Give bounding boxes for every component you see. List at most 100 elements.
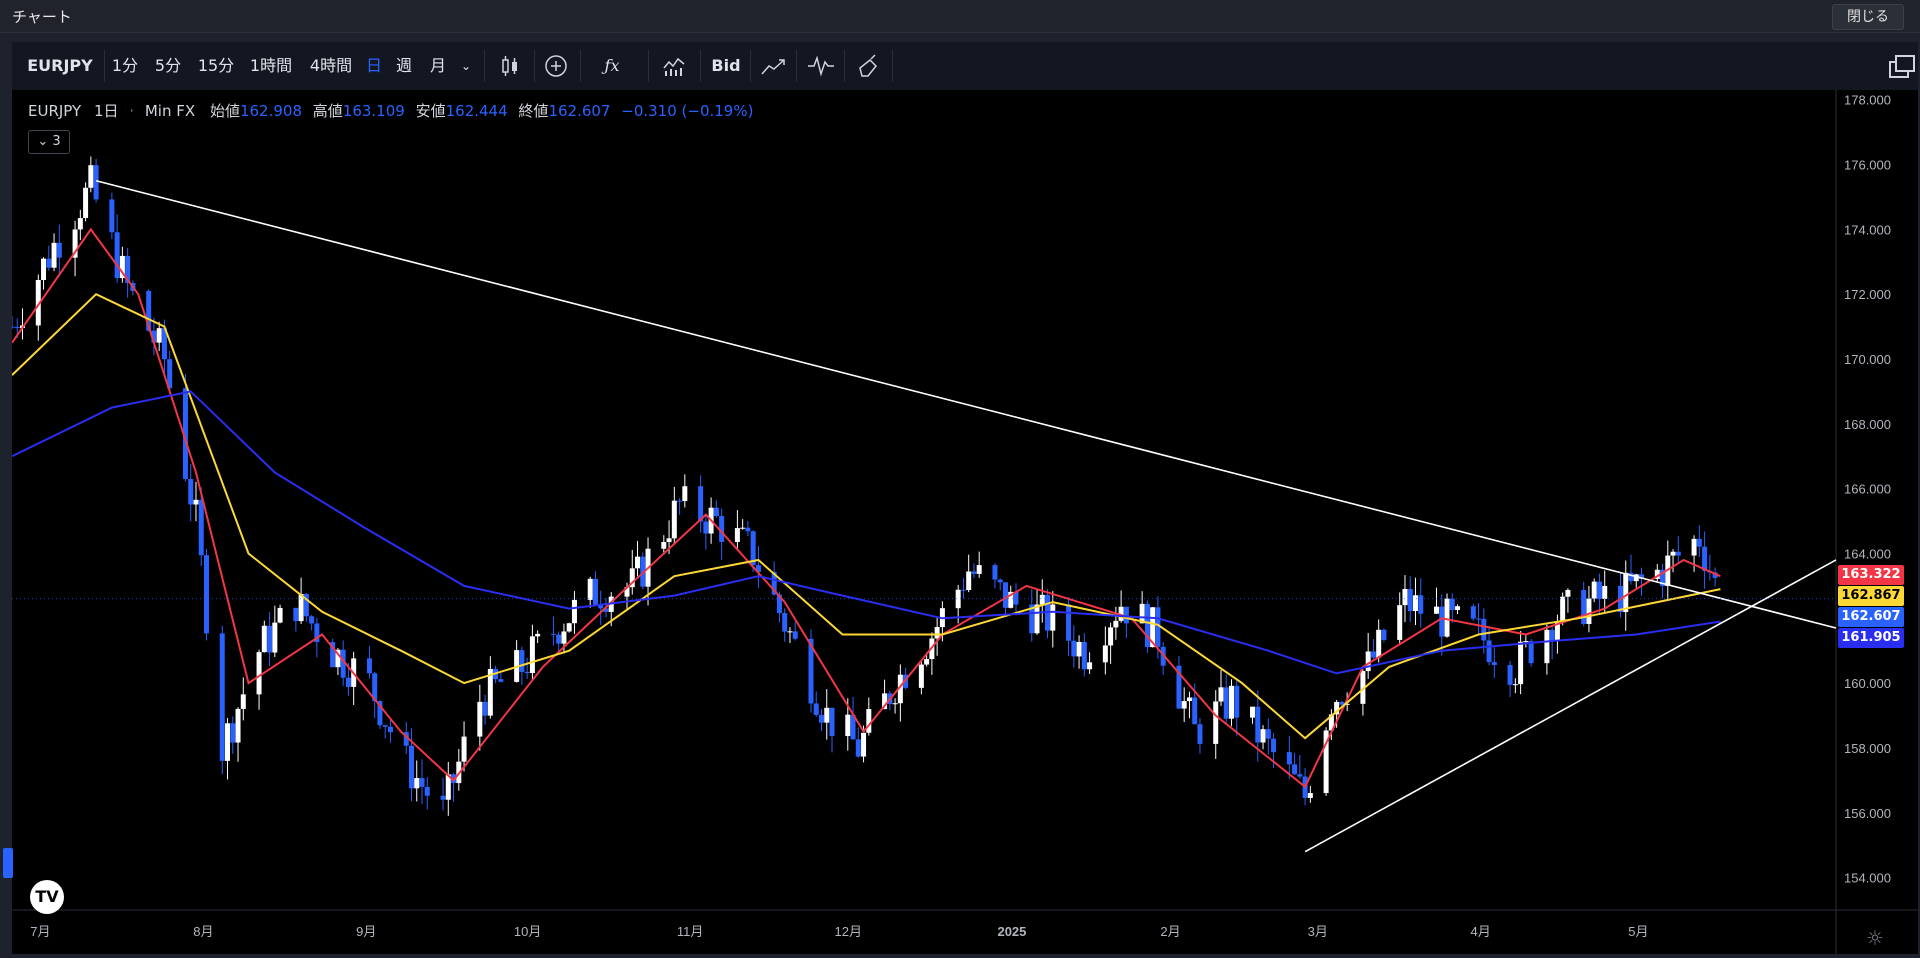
candle-body [566, 623, 572, 632]
candle-body [1213, 701, 1219, 744]
toolbar-divider [892, 50, 893, 82]
interval-15m[interactable]: 15分 [196, 42, 236, 90]
time-tick-label: 12月 [835, 924, 862, 939]
interval-5m[interactable]: 5分 [152, 42, 184, 90]
interval-1m[interactable]: 1分 [110, 42, 140, 90]
candle-body [1455, 606, 1461, 610]
candle-body [1565, 589, 1571, 597]
candle-body [1260, 729, 1266, 743]
price-tag-ma-slow: 161.905 [1838, 628, 1904, 649]
candle-body [1402, 588, 1408, 606]
toolbar-divider [534, 50, 535, 82]
price-tick-label: 172.000 [1844, 287, 1891, 302]
candle-body [1591, 581, 1597, 599]
candle-body [1581, 589, 1587, 624]
price-chart[interactable]: 154.000156.000158.000160.000162.000164.0… [12, 90, 1918, 954]
candle-body [272, 622, 278, 653]
candle-body [976, 565, 982, 574]
side-panel-toggle[interactable] [3, 848, 13, 878]
candle-body [193, 499, 199, 505]
candle-body [556, 634, 562, 644]
candle-body [1523, 641, 1529, 643]
candle-body [892, 703, 898, 705]
candle-body [1186, 697, 1192, 702]
settings-gear-icon[interactable]: ☼ [1866, 926, 1884, 950]
price-tick-label: 168.000 [1844, 417, 1891, 432]
candle-body [230, 723, 236, 743]
candle-body [1444, 598, 1450, 637]
candle-body [424, 786, 430, 796]
interval-1w[interactable]: 週 [394, 42, 414, 90]
candle-body [109, 199, 115, 233]
layout-windows-icon[interactable] [1888, 54, 1916, 80]
templates-icon[interactable] [662, 54, 688, 78]
toolbar-divider [750, 50, 751, 82]
tradingview-logo: TV [30, 880, 64, 914]
candle-body [1307, 793, 1313, 798]
candle-body [482, 701, 488, 716]
candle-body [1476, 618, 1482, 620]
compare-plus-icon[interactable] [544, 54, 568, 78]
bid-button[interactable]: Bid [708, 42, 744, 90]
candle-body [1512, 684, 1518, 686]
candle-body [1039, 594, 1045, 605]
candle-body [1034, 604, 1040, 634]
candle-body [51, 242, 57, 268]
candle-body [1549, 629, 1555, 641]
toolbar-divider [700, 50, 701, 82]
legend-low-label: 安値 [415, 102, 446, 120]
candle-body [971, 571, 977, 574]
price-tick-label: 164.000 [1844, 546, 1891, 561]
candle-body [524, 671, 530, 674]
legend-high-label: 高値 [312, 102, 343, 120]
interval-4h[interactable]: 4時間 [306, 42, 356, 90]
candle-body [1491, 662, 1497, 666]
candle-body [1507, 665, 1513, 685]
close-button[interactable]: 閉じる [1832, 4, 1904, 30]
candle-body [1439, 606, 1445, 637]
candle-body [960, 589, 966, 591]
interval-1d[interactable]: 日 [364, 42, 384, 90]
chart-background [12, 90, 1918, 954]
candle-body [535, 633, 541, 637]
indicators-fx-icon[interactable]: ƒx [598, 42, 626, 90]
toolbar-divider [648, 50, 649, 82]
candle-body [293, 607, 299, 622]
indicators-toggle-button[interactable]: ⌄ 3 [28, 130, 70, 154]
legend-high: 163.109 [342, 102, 405, 120]
legend-close: 162.607 [548, 102, 611, 120]
price-tick-label: 174.000 [1844, 222, 1891, 237]
interval-1mo[interactable]: 月 [428, 42, 448, 90]
pulse-icon[interactable] [806, 54, 836, 78]
candle-body [1675, 551, 1681, 556]
brush-icon[interactable] [856, 54, 882, 78]
candle-body [1002, 582, 1008, 608]
legend-open: 162.908 [239, 102, 302, 120]
candle-body [1123, 606, 1129, 624]
candle-body [1397, 605, 1403, 640]
candle-body [477, 701, 483, 737]
interval-1h[interactable]: 1時間 [246, 42, 296, 90]
time-tick-label: 8月 [193, 924, 213, 939]
candle-body [235, 708, 241, 743]
candle-body [966, 571, 972, 591]
legend-change: −0.310 (−0.19%) [621, 102, 754, 120]
candle-body [1560, 596, 1566, 623]
candle-body [1286, 752, 1292, 765]
candle-body [309, 616, 315, 624]
toolbar-divider [796, 50, 797, 82]
candle-body [992, 565, 998, 580]
candle-body [366, 658, 372, 674]
chart-legend: EURJPY 1日 · Min FX 始値162.908 高値163.109 安… [28, 102, 754, 120]
candle-body [414, 778, 420, 789]
candle-body [1518, 641, 1524, 685]
legend-symbol: EURJPY [28, 102, 82, 120]
trend-up-icon[interactable] [760, 54, 788, 78]
candle-type-icon[interactable] [498, 54, 522, 78]
legend-interval: 1日 [93, 102, 119, 120]
price-tick-label: 156.000 [1844, 806, 1891, 821]
chevron-down-icon[interactable]: ⌄ [458, 42, 474, 90]
symbol-button[interactable]: EURJPY [24, 42, 96, 90]
candle-body [1376, 629, 1382, 658]
candle-body [818, 714, 824, 723]
